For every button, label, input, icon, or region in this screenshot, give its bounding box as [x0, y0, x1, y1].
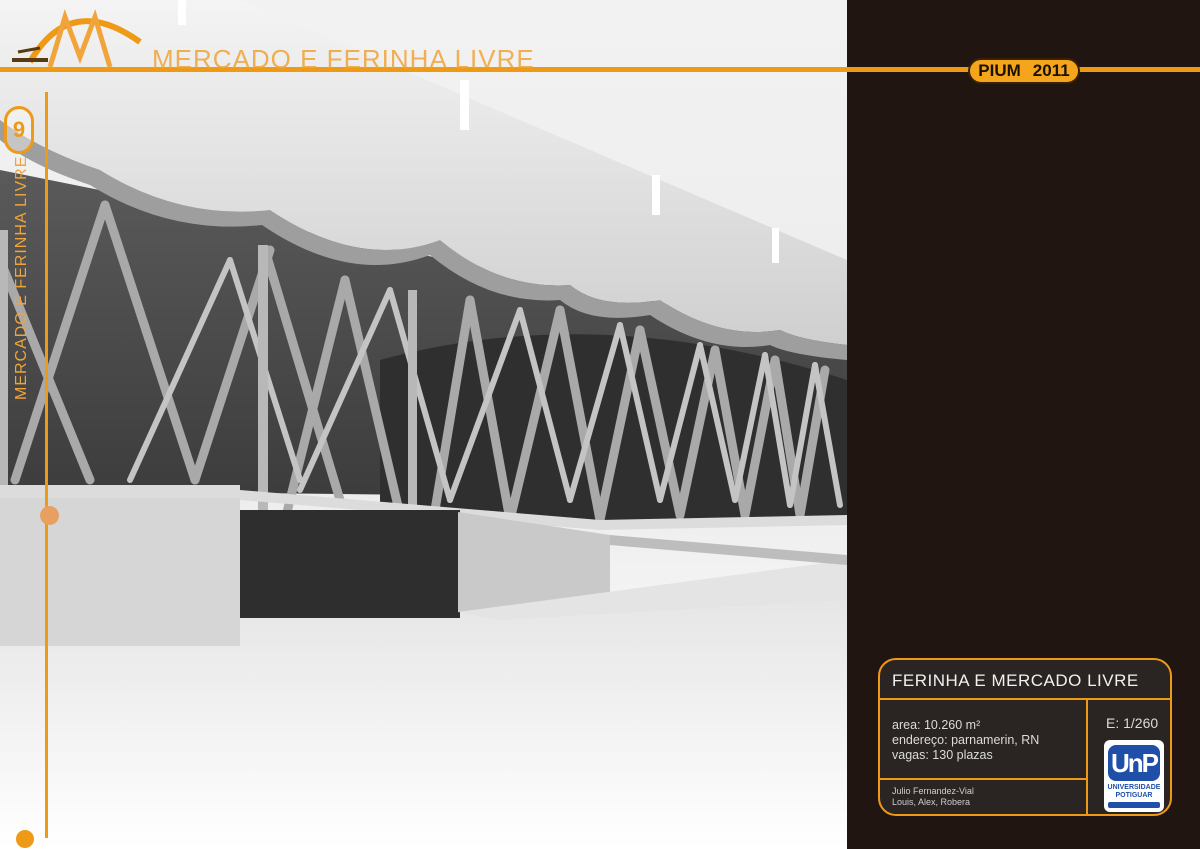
info-spaces: vagas: 130 plazas [892, 748, 993, 762]
info-authors: Julio Fernandez-Vial Louis, Alex, Robera [892, 786, 974, 808]
info-address: endereço: parnamerin, RN [892, 733, 1040, 747]
project-logo-icon [10, 2, 150, 75]
info-area: area: 10.260 m² [892, 718, 981, 732]
architectural-render [0, 0, 847, 849]
badge-text: PIUM [978, 61, 1021, 80]
year-badge: PIUM 2011 [968, 58, 1080, 84]
info-divider-horizontal [880, 778, 1086, 780]
university-logo-icon: UnP UNIVERSIDADE POTIGUAR [1104, 740, 1164, 812]
university-name: UNIVERSIDADE POTIGUAR [1107, 784, 1161, 799]
marker-dot [40, 506, 59, 525]
university-band [1108, 802, 1160, 808]
vertical-title: MERCADO E FERINHA LIVRE [13, 155, 30, 400]
author-1: Julio Fernandez-Vial [892, 786, 974, 796]
author-2: Louis, Alex, Robera [892, 797, 971, 807]
marker-dot-bottom [16, 830, 34, 848]
info-divider-vertical [1086, 700, 1088, 814]
render-illustration [0, 0, 847, 849]
vertical-rule [45, 92, 48, 838]
drawing-scale: E: 1/260 [1106, 715, 1159, 731]
university-mark: UnP [1108, 745, 1160, 781]
info-title: FERINHA E MERCADO LIVRE [880, 660, 1170, 700]
project-info-box: FERINHA E MERCADO LIVRE area: 10.260 m² … [878, 658, 1172, 816]
info-details: area: 10.260 m² endereço: parnamerin, RN… [892, 718, 1039, 763]
header-title: MERCADO E FERINHA LIVRE [152, 44, 535, 74]
badge-year: 2011 [1032, 61, 1070, 80]
page-number: 9 [4, 106, 34, 154]
